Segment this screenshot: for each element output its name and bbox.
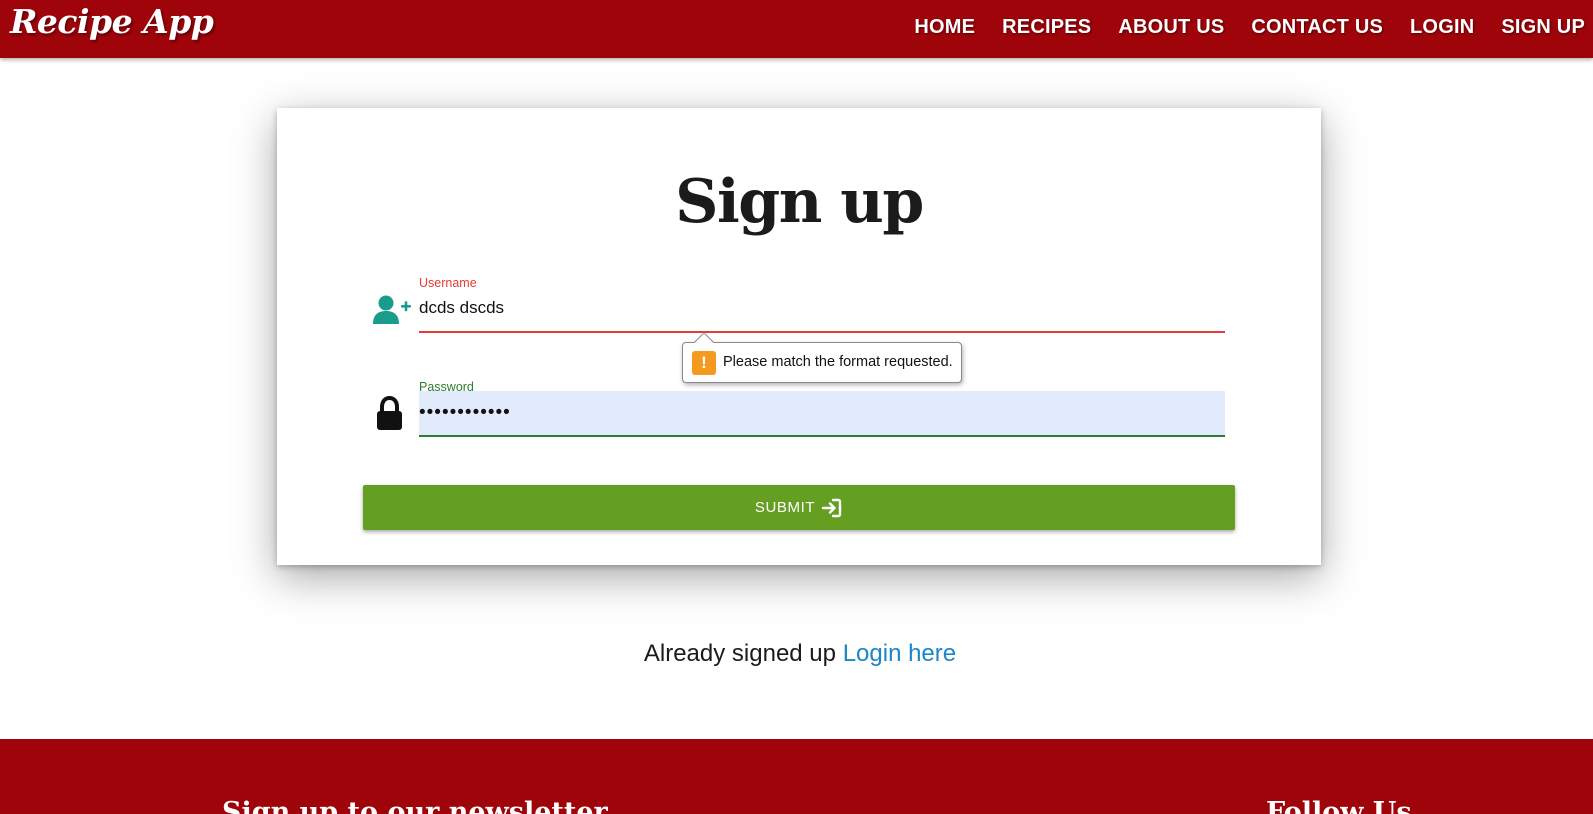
validation-tooltip: ! Please match the format requested.: [682, 332, 962, 383]
follow-us-heading: Follow Us: [1266, 797, 1412, 814]
nav-sign-up[interactable]: SIGN UP: [1501, 13, 1585, 41]
nav-recipes[interactable]: RECIPES: [1002, 13, 1091, 41]
nav-login[interactable]: LOGIN: [1410, 13, 1474, 41]
navbar: Recipe App HOME RECIPES ABOUT US CONTACT…: [0, 0, 1593, 58]
submit-button[interactable]: SUBMIT: [363, 485, 1235, 530]
login-arrow-icon: [821, 497, 843, 519]
already-signed-up-text: Already signed up: [643, 640, 837, 667]
nav-home[interactable]: HOME: [914, 13, 975, 41]
nav-contact-us[interactable]: CONTACT US: [1251, 13, 1383, 41]
page-title: Sign up: [675, 167, 924, 237]
already-signed-up: Already signed up Login here: [0, 640, 1593, 668]
brand-logo[interactable]: Recipe App: [10, 2, 214, 42]
login-here-link[interactable]: Login here: [843, 640, 956, 667]
username-underline: [419, 331, 1225, 333]
username-input[interactable]: [418, 295, 1224, 321]
footer: Sign up to our newsletter Follow Us: [0, 739, 1593, 814]
nav-links: HOME RECIPES ABOUT US CONTACT US LOGIN S…: [914, 13, 1585, 41]
user-plus-icon: [372, 292, 412, 332]
username-label: Username: [419, 276, 477, 290]
nav-about-us[interactable]: ABOUT US: [1118, 13, 1224, 41]
warning-icon: !: [692, 351, 716, 375]
password-input[interactable]: [418, 398, 1224, 428]
validation-message: Please match the format requested.: [723, 354, 953, 370]
submit-label: SUBMIT: [754, 499, 816, 516]
newsletter-heading: Sign up to our newsletter: [222, 797, 608, 814]
lock-icon: [372, 393, 412, 433]
password-underline: [419, 435, 1225, 437]
